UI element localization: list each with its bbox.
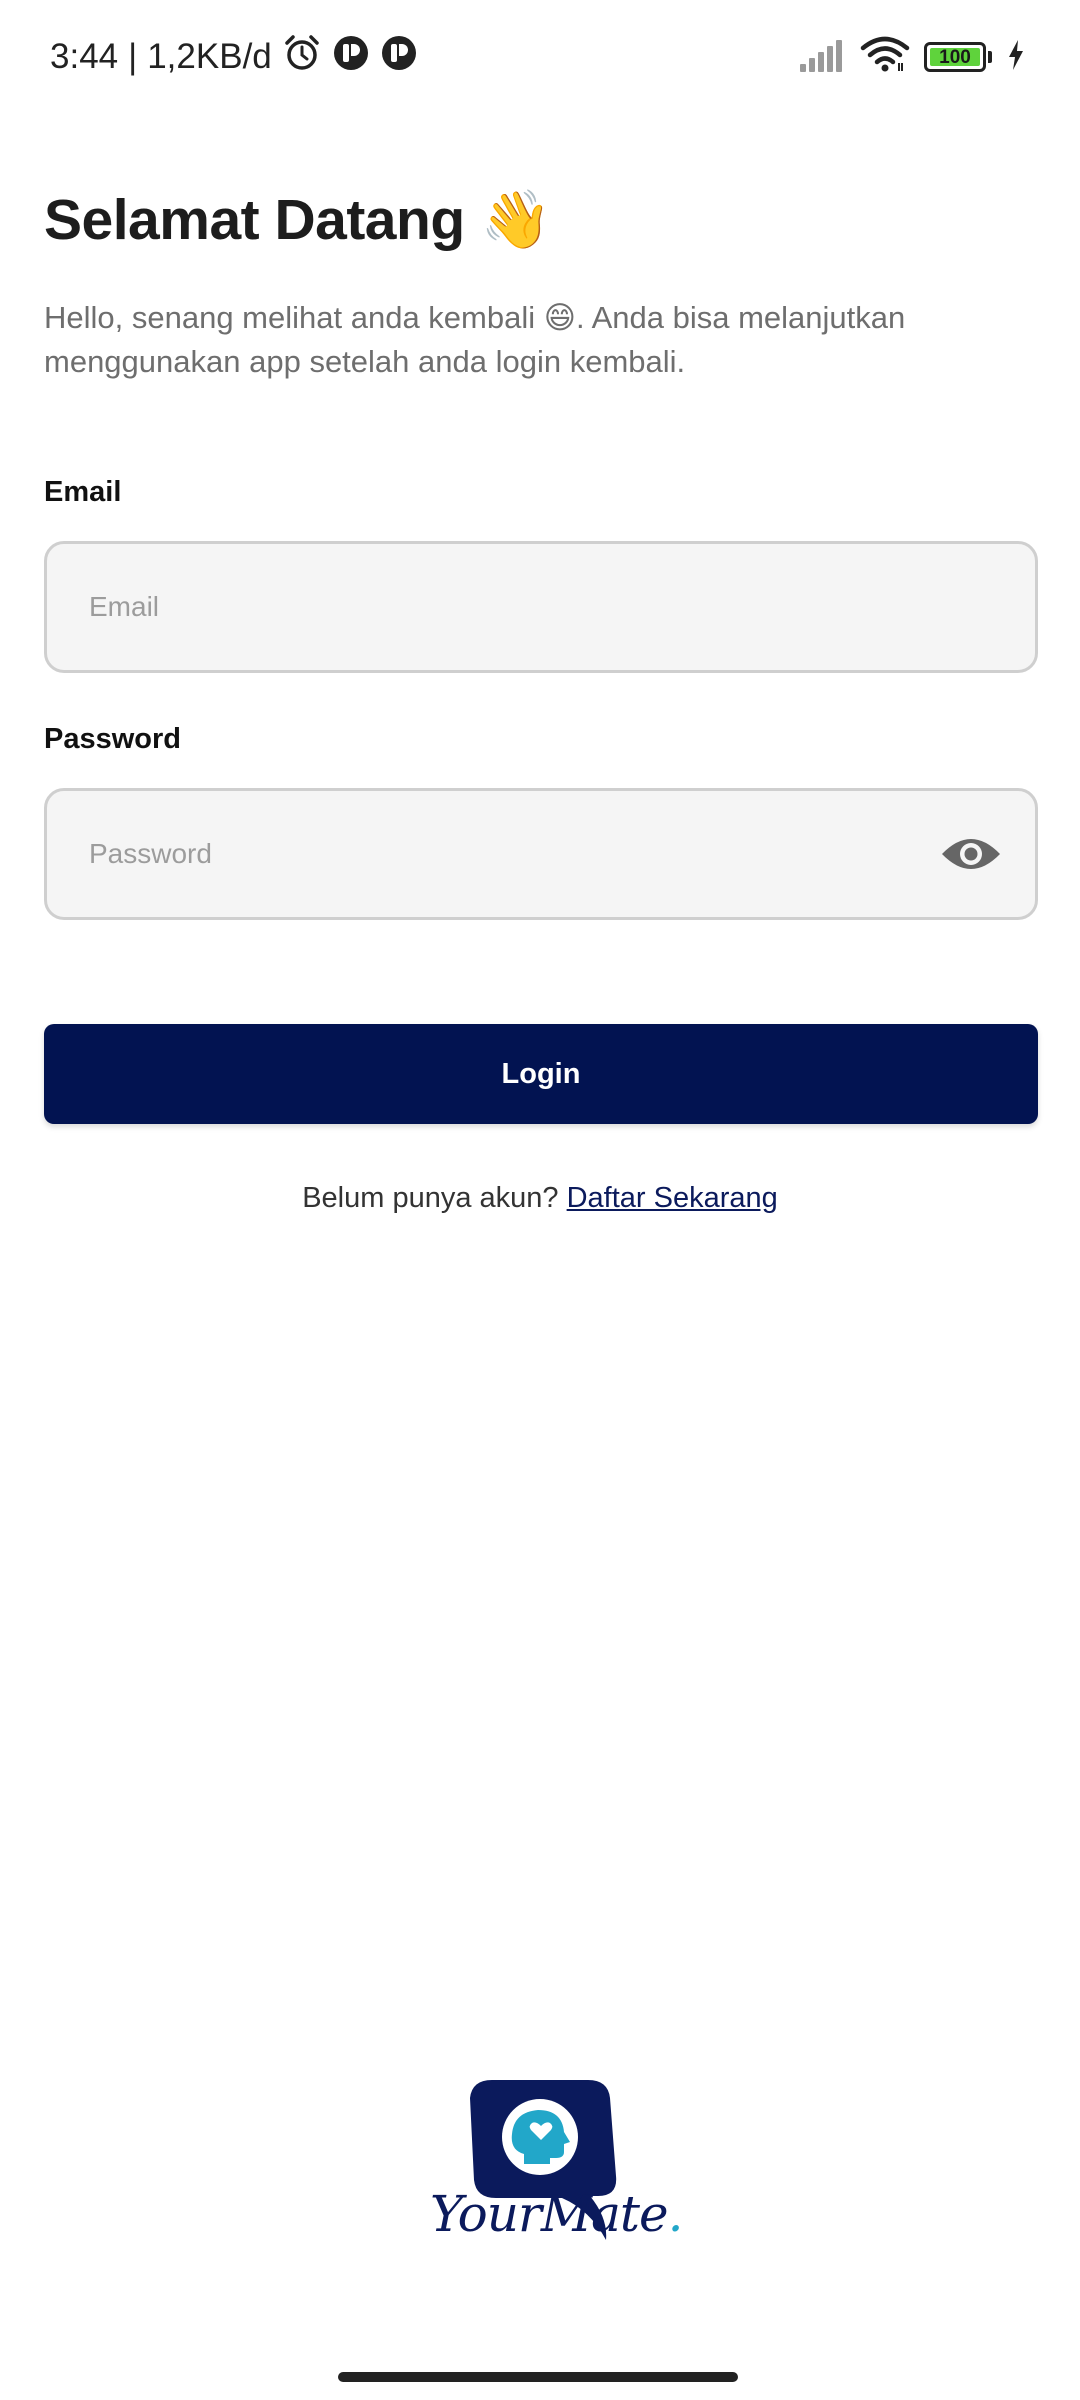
wordmark-dot: . — [667, 2185, 684, 2243]
home-indicator[interactable] — [338, 2372, 738, 2382]
status-time: 3:44 — [50, 37, 119, 76]
email-label: Email — [44, 476, 122, 508]
alarm-icon — [282, 33, 322, 82]
status-separator: | — [128, 37, 138, 76]
password-label: Password — [44, 723, 181, 755]
password-input[interactable] — [89, 791, 909, 917]
email-input[interactable] — [89, 544, 909, 670]
show-password-toggle[interactable] — [939, 832, 1003, 876]
status-network-speed: 1,2KB/d — [147, 37, 272, 76]
signal-icon — [798, 37, 846, 78]
status-right: 100 — [798, 34, 1026, 80]
yourmate-wordmark: YourMate. — [430, 2185, 683, 2243]
eye-icon — [942, 839, 1000, 869]
page-title: Selamat Datang 👋 — [44, 186, 552, 253]
battery-cap — [988, 51, 992, 63]
welcome-title-text: Selamat Datang — [44, 187, 465, 252]
login-button[interactable]: Login — [44, 1024, 1038, 1124]
welcome-subtitle: Hello, senang melihat anda kembali 😄. An… — [44, 300, 906, 379]
status-bar: 3:44 | 1,2KB/d 100 — [0, 0, 1080, 112]
signup-row: Belum punya akun? Daftar Sekarang — [0, 1182, 1080, 1215]
charging-icon — [1006, 39, 1026, 76]
status-left: 3:44 | 1,2KB/d — [50, 30, 418, 84]
battery-level: 100 — [939, 46, 971, 68]
signup-prompt: Belum punya akun? — [302, 1182, 559, 1214]
signup-link[interactable]: Daftar Sekarang — [567, 1182, 778, 1214]
waving-hand-icon: 👋 — [480, 188, 552, 252]
app-notification-icon — [380, 34, 418, 81]
wifi-icon — [860, 36, 910, 79]
email-field-box[interactable] — [44, 541, 1038, 673]
battery-icon: 100 — [924, 42, 986, 72]
app-notification-icon — [332, 34, 370, 81]
wordmark-text: YourMate — [430, 2185, 669, 2243]
password-field-box[interactable] — [44, 788, 1038, 920]
